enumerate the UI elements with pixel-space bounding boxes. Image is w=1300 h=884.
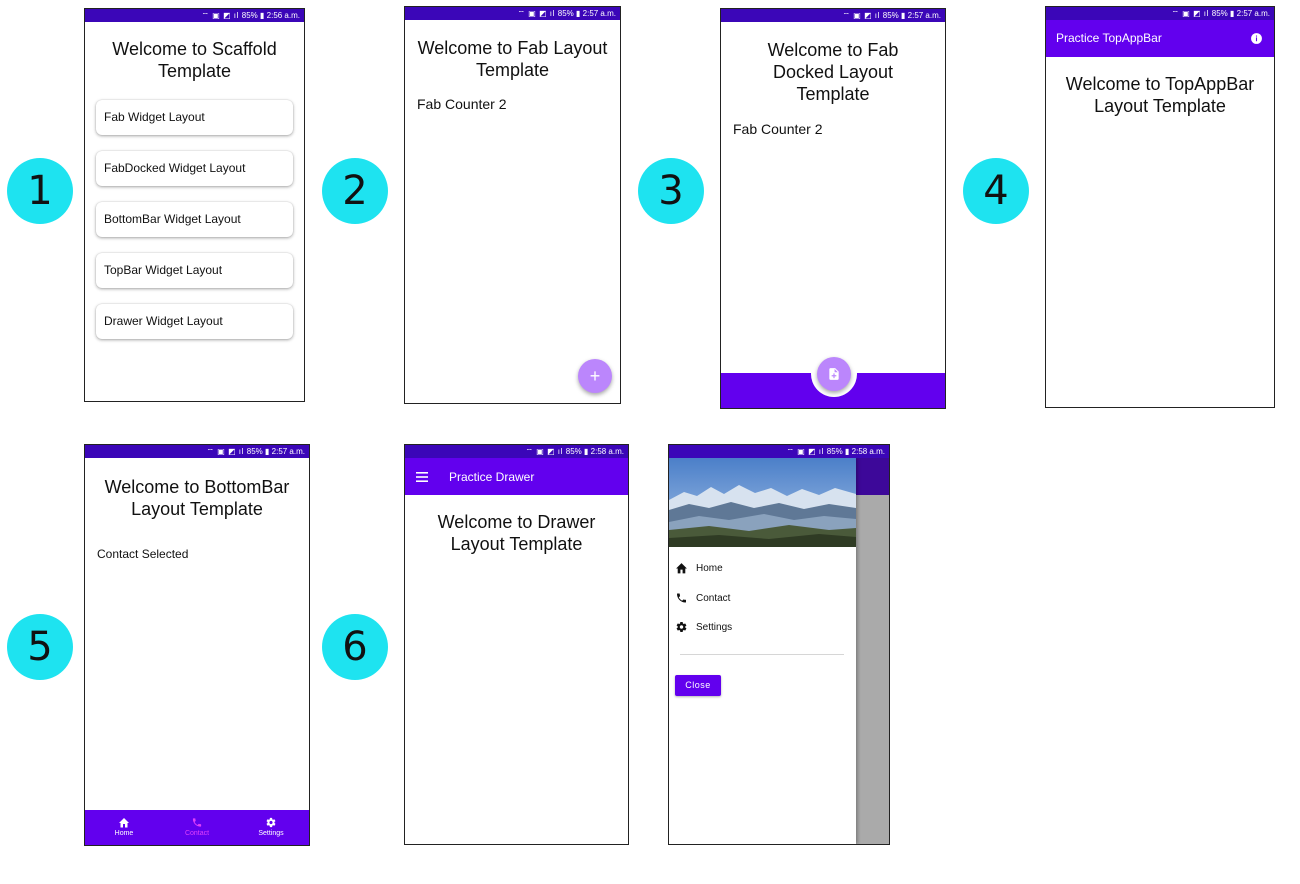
bottom-navigation: Home Contact Settings: [85, 810, 309, 845]
fab-screen: ⌔ ▣ ◩ ıl 85% ▮ 2:57 a.m. Welcome to Fab L…: [404, 6, 621, 404]
page-title: Welcome to BottomBar Layout Template: [104, 477, 290, 519]
drawer-layout-button[interactable]: Drawer Widget Layout: [96, 304, 293, 339]
fab-docked-screen: ⌔ ▣ ◩ ıl 85% ▮ 2:57 a.m. Welcome to Fab D…: [720, 8, 946, 409]
status-text: 85% ▮ 2:57 a.m.: [1211, 9, 1270, 18]
top-app-bar: Practice TopAppBar: [1046, 20, 1274, 57]
topappbar-screen: ⌔ ▣ ◩ ıl 85% ▮ 2:57 a.m. Practice TopAppB…: [1045, 6, 1275, 408]
status-text: 85% ▮ 2:58 a.m.: [565, 447, 624, 456]
home-icon: [119, 818, 129, 828]
step-marker-1: 1: [7, 158, 73, 224]
drawer-item-label: Home: [696, 563, 723, 574]
status-bar: ⌔ ▣ ◩ ıl 85% ▮ 2:57 a.m.: [1046, 7, 1274, 20]
nav-item-home[interactable]: Home: [89, 810, 159, 837]
plus-icon: +: [589, 366, 601, 386]
fab-counter-text: Fab Counter 2: [733, 121, 823, 137]
status-bar: ⌔ ▣ ◩ ıl 85% ▮ 2:58 a.m.: [669, 445, 889, 458]
step-marker-3: 3: [638, 158, 704, 224]
phone-icon: [192, 818, 202, 827]
signal-icons: ⌔ ▣ ◩ ıl: [525, 447, 563, 456]
step-marker-5: 5: [7, 614, 73, 680]
page-title: Welcome to Fab Docked Layout Template: [767, 40, 899, 104]
drawer-item-label: Contact: [696, 593, 731, 604]
page-title: Welcome to Fab Layout Template: [417, 38, 608, 80]
status-text: 85% ▮ 2:57 a.m.: [882, 11, 941, 20]
drawer-header-image: [669, 458, 856, 547]
nav-label: Settings: [258, 830, 284, 837]
nav-item-settings[interactable]: Settings: [236, 810, 306, 837]
navigation-drawer: Home Contact Settings Close: [669, 458, 856, 844]
note-add-icon: [829, 368, 839, 380]
status-bar: ⌔ ▣ ◩ ıl 85% ▮ 2:57 a.m.: [721, 9, 945, 22]
nav-item-contact[interactable]: Contact: [162, 810, 232, 837]
fabdocked-layout-button[interactable]: FabDocked Widget Layout: [96, 151, 293, 186]
drawer-open-screen: ⌔ ▣ ◩ ıl 85% ▮ 2:58 a.m. Home Contact Se…: [668, 444, 890, 845]
app-bar-title: Practice Drawer: [449, 470, 535, 484]
top-app-bar: Practice Drawer: [405, 458, 628, 495]
bottombar-layout-button[interactable]: BottomBar Widget Layout: [96, 202, 293, 237]
add-fab-button[interactable]: +: [578, 359, 612, 393]
step-marker-4: 4: [963, 158, 1029, 224]
status-bar: ⌔ ▣ ◩ ıl 85% ▮ 2:58 a.m.: [405, 445, 628, 458]
drawer-item-label: Settings: [696, 622, 733, 633]
signal-icons: ⌔ ▣ ◩ ıl: [1171, 9, 1209, 18]
status-bar: ⌔ ▣ ◩ ıl 85% ▮ 2:56 a.m.: [85, 9, 304, 22]
page-title: Welcome to Drawer Layout Template: [437, 512, 596, 554]
signal-icons: ⌔ ▣ ◩ ıl: [201, 11, 239, 20]
status-text: 85% ▮ 2:57 a.m.: [246, 447, 305, 456]
fab-layout-button[interactable]: Fab Widget Layout: [96, 100, 293, 135]
drawer-divider: [680, 654, 844, 655]
fab-counter-text: Fab Counter 2: [417, 96, 507, 112]
status-bar: ⌔ ▣ ◩ ıl 85% ▮ 2:57 a.m.: [85, 445, 309, 458]
info-icon[interactable]: [1250, 32, 1263, 45]
scaffold-screen: ⌔ ▣ ◩ ıl 85% ▮ 2:56 a.m. Welcome to Scaff…: [84, 8, 305, 402]
page-title: Welcome to Scaffold Template: [112, 39, 277, 81]
bottombar-screen: ⌔ ▣ ◩ ıl 85% ▮ 2:57 a.m. Welcome to Botto…: [84, 444, 310, 846]
gear-icon: [266, 817, 276, 828]
status-text: 85% ▮ 2:58 a.m.: [826, 447, 885, 456]
nav-label: Home: [114, 830, 134, 837]
selected-text: Contact Selected: [97, 547, 189, 561]
close-drawer-button[interactable]: Close: [675, 675, 721, 696]
step-marker-6: 6: [322, 614, 388, 680]
gear-icon: [676, 622, 687, 632]
signal-icons: ⌔ ▣ ◩ ıl: [786, 447, 824, 456]
app-bar-title: Practice TopAppBar: [1056, 31, 1162, 45]
signal-icons: ⌔ ▣ ◩ ıl: [206, 447, 244, 456]
step-marker-2: 2: [322, 158, 388, 224]
status-text: 85% ▮ 2:57 a.m.: [557, 9, 616, 18]
drawer-screen: ⌔ ▣ ◩ ıl 85% ▮ 2:58 a.m. Practice Drawer …: [404, 444, 629, 845]
status-text: 85% ▮ 2:56 a.m.: [241, 11, 300, 20]
topbar-layout-button[interactable]: TopBar Widget Layout: [96, 253, 293, 288]
signal-icons: ⌔ ▣ ◩ ıl: [517, 9, 555, 18]
phone-icon: [677, 593, 686, 603]
home-icon: [676, 563, 687, 574]
signal-icons: ⌔ ▣ ◩ ıl: [842, 11, 880, 20]
hamburger-menu-icon[interactable]: [416, 472, 428, 482]
docked-fab-button[interactable]: [817, 357, 851, 391]
nav-label: Contact: [184, 830, 210, 837]
page-title: Welcome to TopAppBar Layout Template: [1065, 74, 1255, 116]
status-bar: ⌔ ▣ ◩ ıl 85% ▮ 2:57 a.m.: [405, 7, 620, 20]
